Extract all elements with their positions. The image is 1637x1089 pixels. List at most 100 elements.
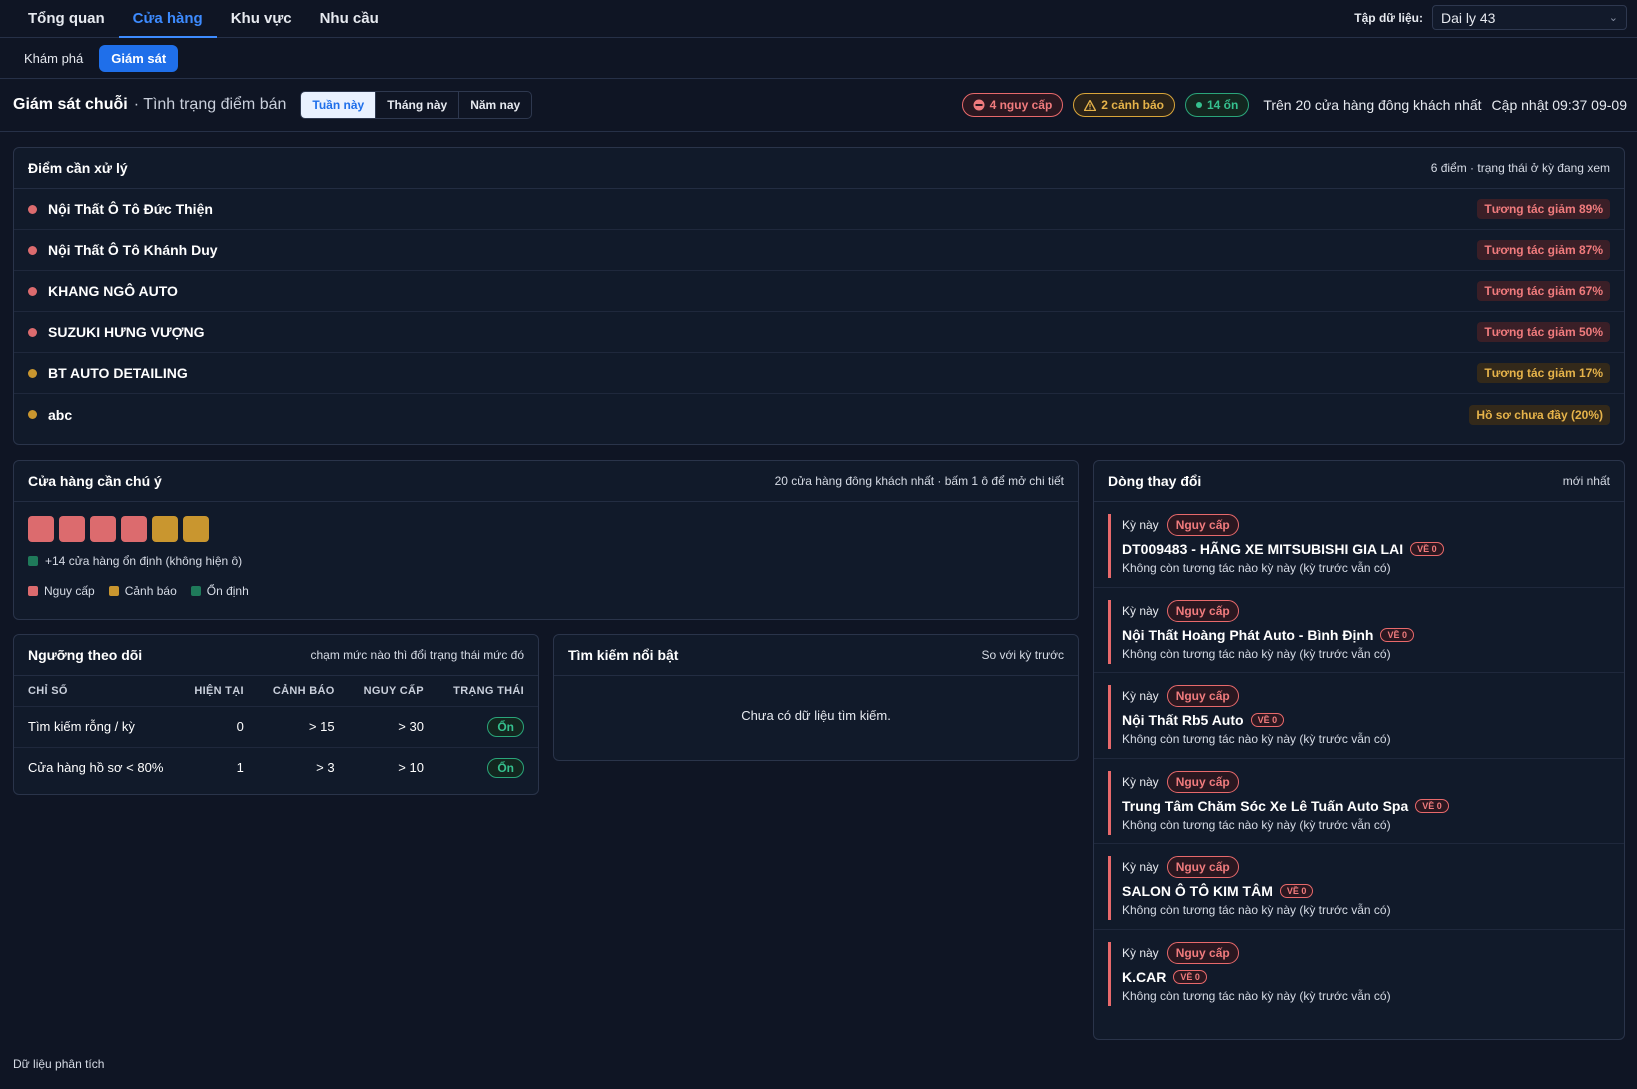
tab-regions[interactable]: Khu vực [217, 0, 306, 37]
issue-tag: Tương tác giảm 17% [1477, 363, 1610, 383]
period-this-month[interactable]: Tháng này [376, 92, 460, 118]
store-square-critical[interactable] [90, 516, 116, 542]
store-square-warning[interactable] [152, 516, 178, 542]
change-item[interactable]: Kỳ này Nguy cấp K.CAR VỀ 0 Không còn tương t… [1094, 930, 1624, 1016]
store-square-critical[interactable] [28, 516, 54, 542]
search-card-header: Tìm kiếm nổi bật So với kỳ trước [554, 635, 1078, 676]
warning-count-label: 2 cảnh báo [1101, 98, 1164, 112]
legend-label: Ổn định [206, 584, 249, 598]
status-dot-icon [28, 410, 37, 419]
change-description: Không còn tương tác nào kỳ này (kỳ trước… [1122, 903, 1391, 918]
attention-card-header: Cửa hàng cần chú ý 20 cửa hàng đông khác… [14, 461, 1078, 502]
page-title: Giám sát chuỗi [13, 96, 128, 113]
change-period: Kỳ này [1122, 689, 1159, 704]
change-item-body: Kỳ này Nguy cấp DT009483 - HÃNG XE MITSUBI… [1108, 514, 1610, 578]
change-item-head: Kỳ này Nguy cấp [1122, 599, 1610, 622]
search-meta: So với kỳ trước [981, 648, 1064, 662]
issue-row[interactable]: KHANG NGÔ AUTO Tương tác giảm 67% [14, 271, 1624, 312]
change-item-body: Kỳ này Nguy cấp Trung Tâm Chăm Sóc Xe Lê T… [1108, 770, 1610, 835]
change-period: Kỳ này [1122, 603, 1159, 618]
issue-tag: Tương tác giảm 67% [1477, 281, 1610, 301]
ok-count-badge[interactable]: 14 ổn [1184, 93, 1250, 117]
changes-card: Dòng thay đổi mới nhất Kỳ này Nguy cấp DT0… [1093, 460, 1625, 1040]
status-cell: Ổn [437, 746, 538, 788]
chevron-down-icon: ⌄ [1608, 12, 1618, 24]
change-store-name: DT009483 - HÃNG XE MITSUBISHI GIA LAI [1122, 541, 1404, 557]
change-description: Không còn tương tác nào kỳ này (kỳ trước… [1122, 646, 1391, 661]
store-square-critical[interactable] [59, 516, 85, 542]
issue-row[interactable]: BT AUTO DETAILING Tương tác giảm 17% [14, 353, 1624, 394]
change-store-name: Trung Tâm Chăm Sóc Xe Lê Tuấn Auto Spa [1122, 797, 1409, 814]
change-item-head: Kỳ này Nguy cấp [1122, 514, 1610, 536]
issue-tag: Tương tác giảm 89% [1477, 199, 1610, 219]
subtab-explore[interactable]: Khám phá [12, 45, 95, 72]
change-item[interactable]: Kỳ này Nguy cấp Trung Tâm Chăm Sóc Xe Lê T… [1094, 759, 1624, 845]
period-this-year[interactable]: Năm nay [459, 92, 531, 118]
legend-label: Nguy cấp [44, 584, 95, 598]
dataset-value: Dai ly 43 [1441, 9, 1496, 26]
critical-cell: > 10 [348, 746, 438, 788]
issue-store-name: KHANG NGÔ AUTO [48, 283, 178, 299]
tab-overview[interactable]: Tổng quan [14, 0, 119, 37]
thresholds-title: Ngưỡng theo dõi [28, 647, 143, 663]
issue-store-name: Nội Thất Ô Tô Đức Thiện [48, 201, 213, 217]
current-cell: 1 [179, 746, 258, 788]
changes-card-header: Dòng thay đổi mới nhất [1094, 461, 1624, 502]
tab-stores[interactable]: Cửa hàng [118, 0, 217, 38]
change-period: Kỳ này [1122, 860, 1159, 875]
col-metric: CHỈ SỐ [28, 684, 68, 697]
attention-title: Cửa hàng cần chú ý [28, 473, 162, 489]
store-square-critical[interactable] [121, 516, 147, 542]
issue-tag: Tương tác giảm 50% [1477, 322, 1610, 342]
legend-swatch [108, 586, 119, 596]
change-item-title: Nội Thất Rb5 Auto VỀ 0 [1122, 712, 1610, 728]
issue-row[interactable]: SUZUKI HƯNG VƯỢNG Tương tác giảm 50% [14, 312, 1624, 353]
change-severity-badge: Nguy cấp [1166, 685, 1239, 708]
attention-meta: 20 cửa hàng đông khách nhất · bấm 1 ô để… [774, 474, 1064, 488]
no-entry-icon [973, 99, 985, 111]
issue-row[interactable]: abc Hồ sơ chưa đầy (20%) [14, 394, 1624, 435]
page-header: Giám sát chuỗi · Tình trạng điểm bán Tuầ… [0, 79, 1637, 132]
status-dot-icon [28, 245, 37, 255]
legend-stable: Ổn định [190, 584, 249, 598]
status-dot-icon [28, 327, 37, 337]
changes-meta: mới nhất [1562, 474, 1610, 488]
issue-row[interactable]: Nội Thất Ô Tô Khánh Duy Tương tác giảm 87… [14, 230, 1624, 271]
issue-store-name: BT AUTO DETAILING [48, 365, 188, 381]
change-item-head: Kỳ này Nguy cấp [1122, 941, 1610, 964]
period-this-week[interactable]: Tuần này [301, 92, 377, 118]
col-current: HIỆN TẠI [194, 684, 244, 697]
change-item[interactable]: Kỳ này Nguy cấp Nội Thất Rb5 Auto VỀ 0 Không… [1094, 673, 1624, 759]
change-item-title: Trung Tâm Chăm Sóc Xe Lê Tuấn Auto Spa VỀ… [1122, 798, 1610, 814]
warning-cell: > 15 [257, 705, 349, 747]
warning-count-badge[interactable]: 2 cảnh báo [1073, 93, 1175, 117]
scope-note: Trên 20 cửa hàng đông khách nhất [1263, 97, 1482, 113]
changes-list: Kỳ này Nguy cấp DT009483 - HÃNG XE MITSUBI… [1094, 502, 1624, 1016]
change-drop-badge: VỀ 0 [1410, 542, 1444, 556]
issue-row[interactable]: Nội Thất Ô Tô Đức Thiện Tương tác giảm 89… [14, 189, 1624, 230]
attention-card: Cửa hàng cần chú ý 20 cửa hàng đông khác… [13, 460, 1079, 620]
change-item[interactable]: Kỳ này Nguy cấp DT009483 - HÃNG XE MITSUBI… [1094, 502, 1624, 588]
change-description: Không còn tương tác nào kỳ này (kỳ trước… [1122, 732, 1391, 747]
header-status: 4 nguy cấp 2 cảnh báo 14 ổn Trên 20 cửa … [961, 93, 1627, 117]
thresholds-card: Ngưỡng theo dõi chạm mức nào thì đổi trạ… [13, 634, 539, 795]
thresholds-meta: chạm mức nào thì đổi trạng thái mức đó [310, 648, 525, 662]
critical-count-badge[interactable]: 4 nguy cấp [961, 93, 1064, 117]
change-item[interactable]: Kỳ này Nguy cấp Nội Thất Hoàng Phát Auto -… [1094, 588, 1624, 674]
change-severity-badge: Nguy cấp [1166, 599, 1239, 622]
tab-demand[interactable]: Nhu cầu [306, 0, 393, 37]
store-square-warning[interactable] [183, 516, 209, 542]
issues-meta: 6 điểm · trạng thái ở kỳ đang xem [1430, 161, 1610, 175]
change-severity-badge: Nguy cấp [1166, 856, 1239, 879]
change-drop-badge: VỀ 0 [1173, 969, 1207, 984]
table-row: Tìm kiếm rỗng / kỳ 0 > 15 > 30 Ổn [14, 705, 538, 747]
dataset-select[interactable]: Dai ly 43 ⌄ [1432, 5, 1627, 30]
change-item-title: SALON Ô TÔ KIM TÂM VỀ 0 [1122, 883, 1610, 899]
change-item[interactable]: Kỳ này Nguy cấp SALON Ô TÔ KIM TÂM VỀ 0 Khôn… [1094, 844, 1624, 930]
warning-icon [1084, 99, 1097, 111]
search-title: Tìm kiếm nổi bật [568, 647, 679, 663]
status-cell: Ổn [437, 705, 538, 747]
subtab-monitor[interactable]: Giám sát [99, 44, 179, 72]
change-item-body: Kỳ này Nguy cấp SALON Ô TÔ KIM TÂM VỀ 0 Khôn… [1108, 856, 1610, 921]
status-legend: Nguy cấp Cảnh báo Ổn định [14, 568, 1078, 598]
